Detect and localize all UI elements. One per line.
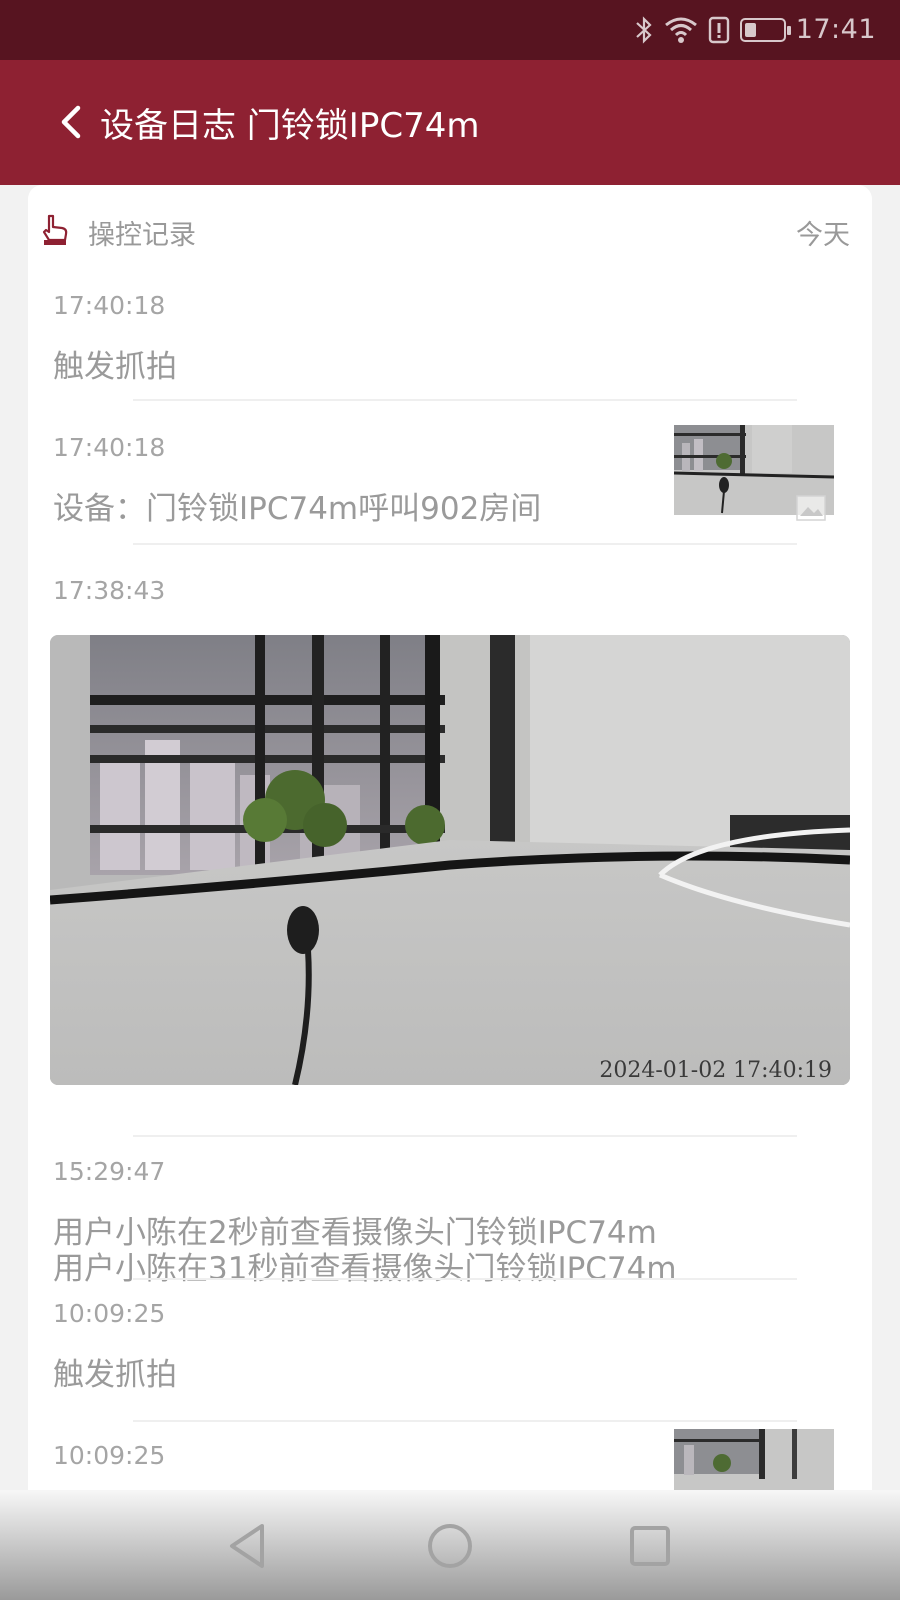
clock: 17:41 <box>795 14 876 45</box>
entry-message: 触发抓拍 <box>53 1357 177 1393</box>
entry-time: 17:38:43 <box>53 576 166 605</box>
chevron-left-icon[interactable] <box>52 102 92 142</box>
divider <box>133 543 797 545</box>
app-header: 设备日志 门铃锁IPC74m <box>0 60 900 185</box>
entry-time: 10:09:25 <box>53 1299 166 1328</box>
date-filter[interactable]: 今天 <box>796 213 850 252</box>
image-icon <box>796 495 826 521</box>
system-nav-bar <box>0 1490 900 1600</box>
back-triangle-icon[interactable] <box>222 1520 274 1572</box>
divider <box>133 1420 797 1422</box>
bluetooth-icon <box>635 15 652 44</box>
snapshot-preview[interactable]: 2024-01-02 17:40:19 <box>50 635 850 1085</box>
entry-message: 设备：门铃锁IPC74m呼叫902房间 <box>53 491 542 527</box>
divider <box>133 399 797 401</box>
log-entry[interactable]: 10:09:25 触发抓拍 <box>28 1280 872 1425</box>
wifi-icon <box>664 17 697 43</box>
section-title: 操控记录 <box>88 220 196 251</box>
log-entry[interactable]: 17:40:18 触发抓拍 <box>28 275 872 415</box>
entry-message: 触发抓拍 <box>53 349 177 385</box>
battery-icon <box>739 17 791 42</box>
divider <box>133 1135 797 1137</box>
entry-time: 17:40:18 <box>53 291 166 320</box>
snapshot-timestamp: 2024-01-02 17:40:19 <box>599 1058 832 1083</box>
page-title: 设备日志 门铃锁IPC74m <box>100 106 480 146</box>
recents-square-icon[interactable] <box>624 1520 676 1572</box>
alert-icon <box>708 16 729 43</box>
status-bar: 17:41 <box>0 0 900 60</box>
hand-pointer-icon <box>42 214 68 245</box>
log-entry[interactable]: 17:40:18 设备：门铃锁IPC74m呼叫902房间 <box>28 415 872 560</box>
entry-message: 用户小陈在2秒前查看摄像头门铃锁IPC74m <box>53 1215 657 1251</box>
log-entry[interactable]: 15:29:47 用户小陈在2秒前查看摄像头门铃锁IPC74m <box>28 1140 872 1280</box>
entry-time: 15:29:47 <box>53 1157 166 1186</box>
home-circle-icon[interactable] <box>424 1520 476 1572</box>
log-card-header: 操控记录 今天 <box>28 185 872 275</box>
entry-time: 10:09:25 <box>53 1441 166 1470</box>
entry-time: 17:40:18 <box>53 433 166 462</box>
